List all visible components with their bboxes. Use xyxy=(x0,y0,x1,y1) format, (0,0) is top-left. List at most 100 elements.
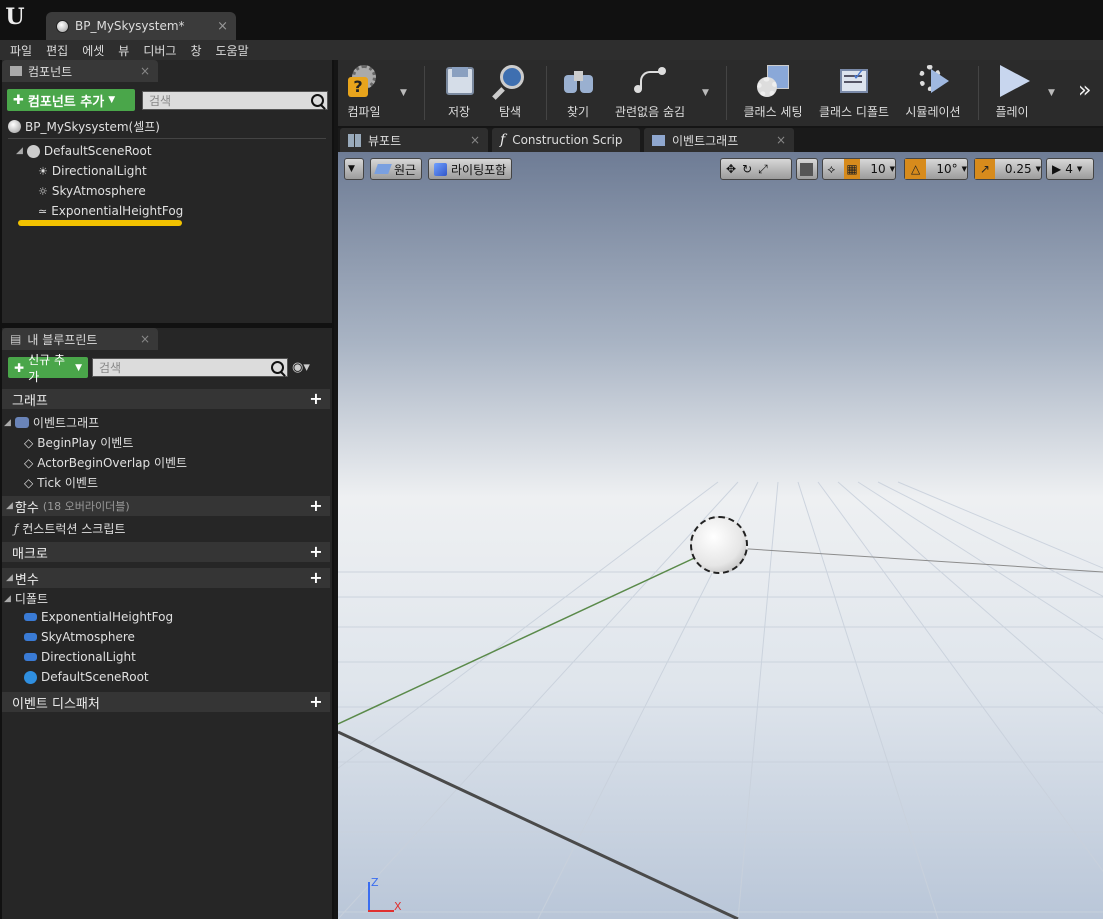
menu-help[interactable]: 도움말 xyxy=(216,42,249,59)
section-functions[interactable]: ◢ 함수 (18 오버라이더블) + xyxy=(2,496,330,516)
rotation-snap-toggle-icon[interactable]: △ xyxy=(905,159,927,179)
section-variables[interactable]: ◢ 변수 + xyxy=(2,568,330,588)
self-component-item[interactable]: BP_MySkysystem(셀프) xyxy=(8,118,160,135)
tree-item-event-tick[interactable]: ◇ Tick 이벤트 xyxy=(24,474,98,491)
expand-arrow-icon: ◢ xyxy=(16,146,23,156)
section-graphs[interactable]: 그래프 + xyxy=(2,389,330,409)
browse-button[interactable]: 탐색 xyxy=(488,60,532,126)
blueprint-search-input[interactable]: 검색 xyxy=(92,358,288,377)
scale-snap-value[interactable]: 0.25 xyxy=(1005,162,1032,176)
tree-item-exponentialheightfog[interactable]: ≃ ExponentialHeightFog xyxy=(38,204,183,218)
tree-item-label: ExponentialHeightFog xyxy=(51,204,184,218)
tab-viewport[interactable]: 뷰포트 × xyxy=(340,128,488,152)
viewport[interactable]: ▼ 원근 라이팅포함 ✥ ↻ ⤢ ⟡ ▦ 10 ▼ △ 10° ▼ ↗ 0.25… xyxy=(338,152,1103,919)
var-defaultsceneroot[interactable]: DefaultSceneRoot xyxy=(24,670,149,684)
chevron-down-icon: ▼ xyxy=(1035,165,1041,173)
rotation-snap-value[interactable]: 10° xyxy=(936,162,957,176)
add-variable-button[interactable]: + xyxy=(308,570,324,586)
add-component-button[interactable]: ✚ 컴포넌트 추가 ▼ xyxy=(7,89,135,111)
find-label: 찾기 xyxy=(566,105,590,119)
var-exponentialheightfog[interactable]: ExponentialHeightFog xyxy=(24,610,173,624)
add-function-button[interactable]: + xyxy=(308,498,324,514)
world-local-toggle[interactable] xyxy=(796,158,818,180)
add-new-button[interactable]: ✚ 신규 추가 ▼ xyxy=(8,353,88,384)
tree-item-event-actorbeginoverlap[interactable]: ◇ ActorBeginOverlap 이벤트 xyxy=(24,454,187,471)
lit-mode-button[interactable]: 라이팅포함 xyxy=(428,158,513,180)
section-macros[interactable]: 매크로 + xyxy=(2,542,330,562)
document-tab-close-button[interactable]: × xyxy=(217,19,228,34)
scale-icon[interactable]: ⤢ xyxy=(758,162,768,177)
toolbar-overflow-button[interactable]: » xyxy=(1078,78,1091,103)
function-icon: f xyxy=(500,132,506,148)
tab-close-button[interactable]: × xyxy=(776,133,786,147)
add-dispatcher-button[interactable]: + xyxy=(308,694,324,710)
save-disk-icon xyxy=(441,63,477,99)
my-blueprint-tab[interactable]: ▤ 내 블루프린트 × xyxy=(2,328,158,350)
components-tab-close-button[interactable]: × xyxy=(140,64,150,78)
unreal-logo-icon[interactable]: U xyxy=(0,0,30,36)
components-search-input[interactable]: 검색 xyxy=(142,91,328,110)
tree-item-components-group[interactable]: ◢ 디폴트 xyxy=(4,590,48,607)
axis-z-label: Z xyxy=(371,876,379,889)
chevron-down-icon: ▼ xyxy=(75,362,82,373)
class-settings-button[interactable]: 클래스 세팅 xyxy=(740,60,806,126)
menu-view[interactable]: 뷰 xyxy=(118,42,129,59)
binoculars-icon xyxy=(560,63,596,99)
compile-button[interactable]: ? 컴파일 xyxy=(342,60,386,126)
var-skyatmosphere[interactable]: SkyAtmosphere xyxy=(24,630,135,644)
add-graph-button[interactable]: + xyxy=(308,391,324,407)
tree-item-label: SkyAtmosphere xyxy=(51,184,146,198)
directional-light-icon xyxy=(24,653,37,661)
perspective-button[interactable]: 원근 xyxy=(370,158,423,180)
document-tab[interactable]: BP_MySkysystem* × xyxy=(46,12,236,40)
translate-icon[interactable]: ✥ xyxy=(726,162,736,176)
tab-close-button[interactable]: × xyxy=(470,133,480,147)
tree-item-label: DefaultSceneRoot xyxy=(41,670,149,684)
scene-sphere-actor[interactable] xyxy=(690,516,748,574)
hide-unrelated-button[interactable]: 관련없음 숨김 xyxy=(612,60,688,126)
menu-edit[interactable]: 편집 xyxy=(46,42,68,59)
camera-speed-button[interactable]: ▶ 4 ▼ xyxy=(1046,158,1094,180)
grid-snap-toggle-icon[interactable]: ▦ xyxy=(843,159,861,179)
var-directionallight[interactable]: DirectionalLight xyxy=(24,650,136,664)
toolbar-separator xyxy=(424,66,425,120)
tree-item-label: Tick 이벤트 xyxy=(37,476,99,490)
save-button[interactable]: 저장 xyxy=(436,60,482,126)
tree-item-directionallight[interactable]: ☀ DirectionalLight xyxy=(38,164,147,178)
tab-construction-script[interactable]: f Construction Scrip xyxy=(492,128,640,152)
menu-file[interactable]: 파일 xyxy=(10,42,32,59)
tree-item-event-beginplay[interactable]: ◇ BeginPlay 이벤트 xyxy=(24,434,133,451)
eye-visibility-icon[interactable]: ◉▾ xyxy=(292,360,310,375)
grid-snap-value[interactable]: 10 xyxy=(870,162,885,176)
save-label: 저장 xyxy=(447,105,471,119)
tree-item-label: 이벤트그래프 xyxy=(32,416,100,430)
class-defaults-label: 클래스 디폴트 xyxy=(818,105,890,119)
hide-unrelated-dropdown[interactable]: ▼ xyxy=(702,88,709,98)
compile-options-dropdown[interactable]: ▼ xyxy=(400,88,407,98)
play-options-dropdown[interactable]: ▼ xyxy=(1048,88,1055,98)
play-button[interactable]: 플레이 xyxy=(988,60,1036,126)
add-macro-button[interactable]: + xyxy=(308,544,324,560)
tree-item-event-graph[interactable]: ◢ 이벤트그래프 xyxy=(4,414,99,431)
class-defaults-button[interactable]: ✓ 클래스 디폴트 xyxy=(816,60,892,126)
rotate-icon[interactable]: ↻ xyxy=(742,162,752,176)
simulation-button[interactable]: 시뮬레이션 xyxy=(900,60,966,126)
tab-event-graph[interactable]: 이벤트그래프 × xyxy=(644,128,794,152)
tree-item-defaultsceneroot[interactable]: ◢ DefaultSceneRoot xyxy=(16,144,152,158)
section-event-dispatchers[interactable]: 이벤트 디스패처 + xyxy=(2,692,330,712)
chevron-down-icon: ▼ xyxy=(348,164,355,174)
scale-snap-toggle-icon[interactable]: ↗ xyxy=(975,159,995,179)
scene-root-icon xyxy=(26,144,40,158)
menu-asset[interactable]: 에셋 xyxy=(82,42,104,59)
components-tab-label: 컴포넌트 xyxy=(28,64,73,79)
tree-item-skyatmosphere[interactable]: ☼ SkyAtmosphere xyxy=(38,184,146,198)
find-button[interactable]: 찾기 xyxy=(556,60,600,126)
menu-window[interactable]: 창 xyxy=(190,42,201,59)
viewport-options-dropdown[interactable]: ▼ xyxy=(344,158,364,180)
tree-item-construction-script[interactable]: ƒ 컨스트럭션 스크립트 xyxy=(14,520,125,537)
add-new-label: 신규 추가 xyxy=(28,352,65,384)
menu-debug[interactable]: 디버그 xyxy=(143,42,176,59)
components-tab[interactable]: 컴포넌트 × xyxy=(2,60,158,82)
surface-snap-icon[interactable]: ⟡ xyxy=(823,162,840,177)
my-blueprint-tab-close-button[interactable]: × xyxy=(140,332,150,346)
